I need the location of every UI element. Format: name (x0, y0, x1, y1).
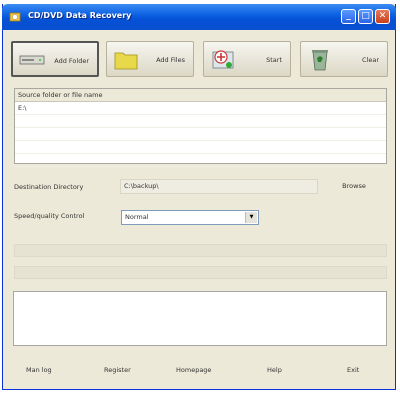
list-item[interactable] (15, 128, 386, 141)
list-item[interactable] (15, 115, 386, 128)
speed-select-value: Normal (125, 213, 149, 221)
destination-label: Destination Directory (14, 183, 84, 191)
close-button[interactable]: ✕ (375, 9, 390, 24)
progress-bar-total (14, 244, 387, 257)
add-folder-label: Add Folder (54, 57, 89, 65)
maximize-button[interactable]: □ (358, 9, 373, 24)
recycle-bin-icon (312, 50, 328, 71)
start-icon (212, 50, 234, 69)
start-button[interactable]: Start (203, 41, 291, 77)
browse-button[interactable]: Browse (330, 179, 378, 194)
exit-link[interactable]: Exit (347, 366, 359, 374)
source-list[interactable]: Source folder or file name E:\ (14, 88, 387, 167)
chevron-down-icon[interactable]: ▼ (245, 212, 257, 223)
add-folder-button[interactable]: Add Folder (11, 41, 99, 77)
help-link[interactable]: Help (267, 366, 282, 374)
source-list-header[interactable]: Source folder or file name (15, 89, 386, 102)
list-item[interactable] (15, 141, 386, 154)
log-area[interactable] (13, 291, 387, 346)
manlog-link[interactable]: Man log (26, 366, 52, 374)
destination-field[interactable]: C:\backup\ (120, 179, 318, 194)
window-title: CD/DVD Data Recovery (28, 11, 132, 20)
clear-label: Clear (362, 56, 379, 64)
add-files-button[interactable]: Add Files (106, 41, 194, 77)
add-files-label: Add Files (156, 56, 185, 64)
start-label: Start (266, 56, 282, 64)
list-item[interactable] (15, 154, 386, 167)
speed-select[interactable]: Normal ▼ (121, 210, 259, 225)
drive-icon (19, 55, 45, 65)
app-icon (9, 12, 21, 22)
folder-icon (114, 52, 138, 70)
speed-label: Speed/quality Control (14, 212, 85, 220)
title-bar[interactable]: CD/DVD Data Recovery _ □ ✕ (2, 4, 396, 30)
register-link[interactable]: Register (104, 366, 131, 374)
progress-bar-file (14, 266, 387, 279)
minimize-button[interactable]: _ (341, 9, 356, 24)
homepage-link[interactable]: Homepage (176, 366, 211, 374)
list-item[interactable]: E:\ (15, 102, 386, 115)
clear-button[interactable]: Clear (300, 41, 388, 77)
